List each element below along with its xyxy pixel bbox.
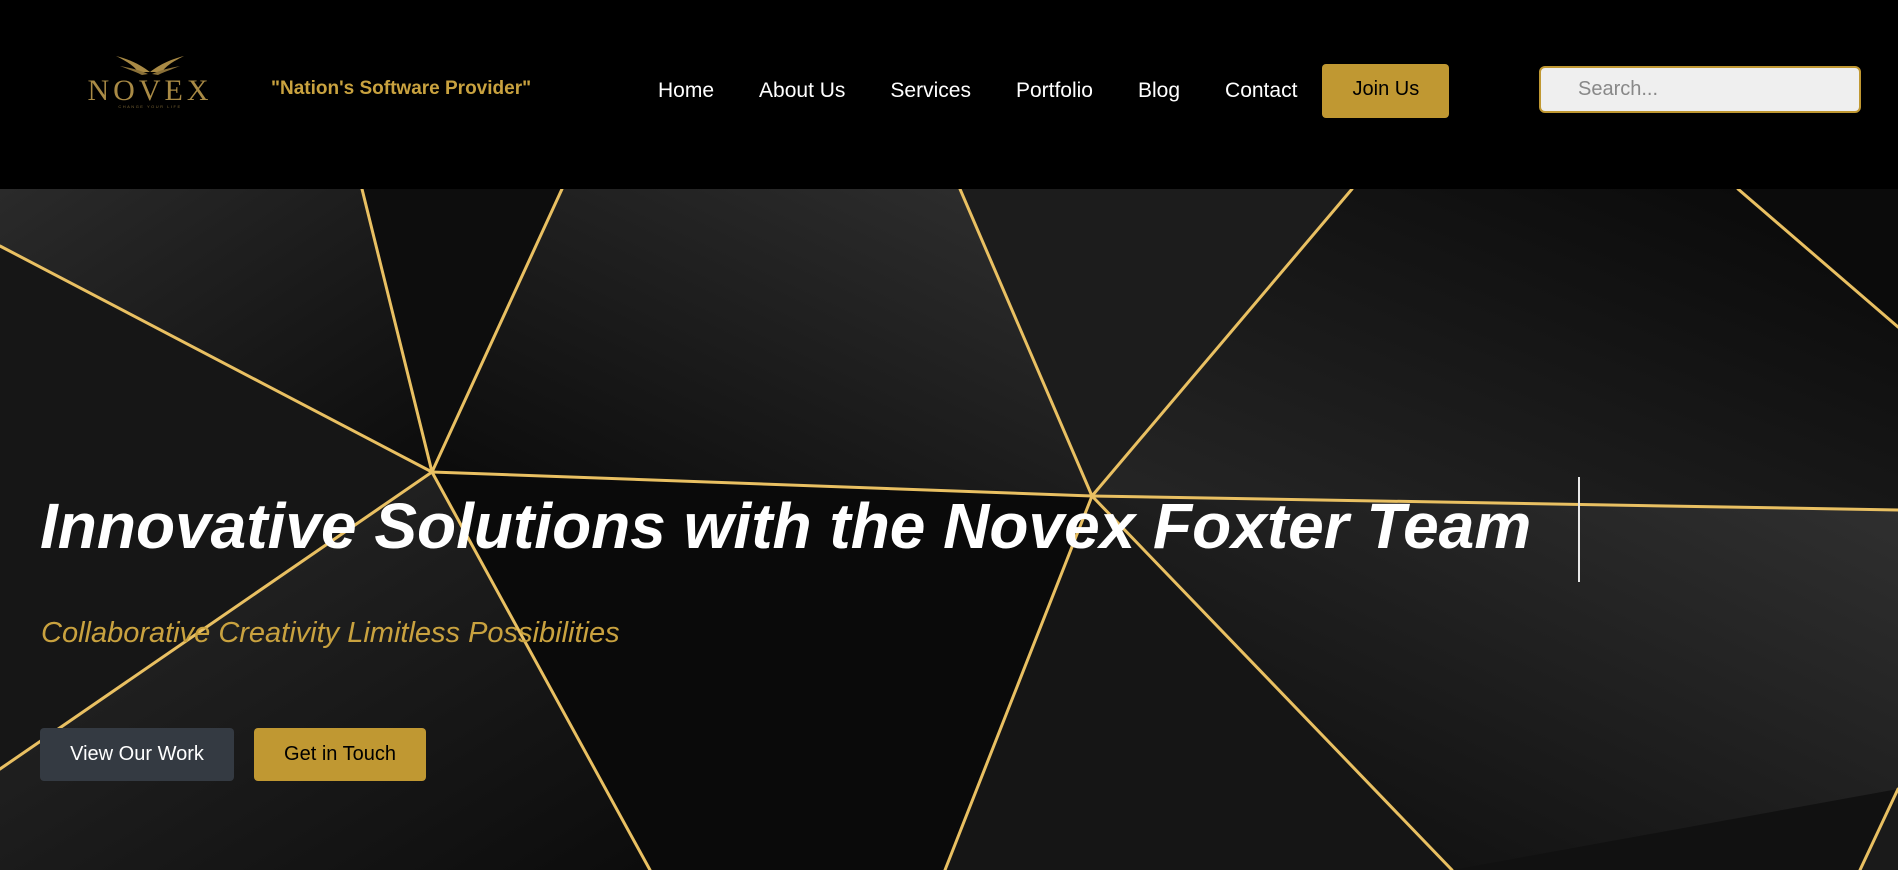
wings-icon <box>116 56 184 75</box>
nav-portfolio[interactable]: Portfolio <box>1016 79 1093 103</box>
hero-title: Innovative Solutions with the Novex Foxt… <box>40 490 1532 562</box>
nav-blog[interactable]: Blog <box>1138 79 1180 103</box>
site-header: NOVEX CHANGE YOUR LIFE "Nation's Softwar… <box>0 0 1898 189</box>
main-nav: Home About Us Services Portfolio Blog Co… <box>658 61 1450 121</box>
brand-tagline: "Nation's Software Provider" <box>271 78 532 99</box>
hero-subtitle: Collaborative Creativity Limitless Possi… <box>41 617 620 649</box>
join-us-button[interactable]: Join Us <box>1322 64 1450 118</box>
nav-contact[interactable]: Contact <box>1225 79 1297 103</box>
nav-services[interactable]: Services <box>890 79 971 103</box>
view-our-work-button[interactable]: View Our Work <box>40 728 234 781</box>
text-cursor <box>1578 477 1580 582</box>
nav-home[interactable]: Home <box>658 79 714 103</box>
search-box <box>1539 66 1861 113</box>
search-input[interactable] <box>1541 68 1859 111</box>
nav-about-us[interactable]: About Us <box>759 79 845 103</box>
logo-wordmark: NOVEX <box>87 74 213 107</box>
logo-slogan: CHANGE YOUR LIFE <box>118 104 182 109</box>
get-in-touch-button[interactable]: Get in Touch <box>254 728 426 781</box>
hero-section: Innovative Solutions with the Novex Foxt… <box>0 189 1898 870</box>
novex-logo[interactable]: NOVEX CHANGE YOUR LIFE <box>72 52 228 112</box>
